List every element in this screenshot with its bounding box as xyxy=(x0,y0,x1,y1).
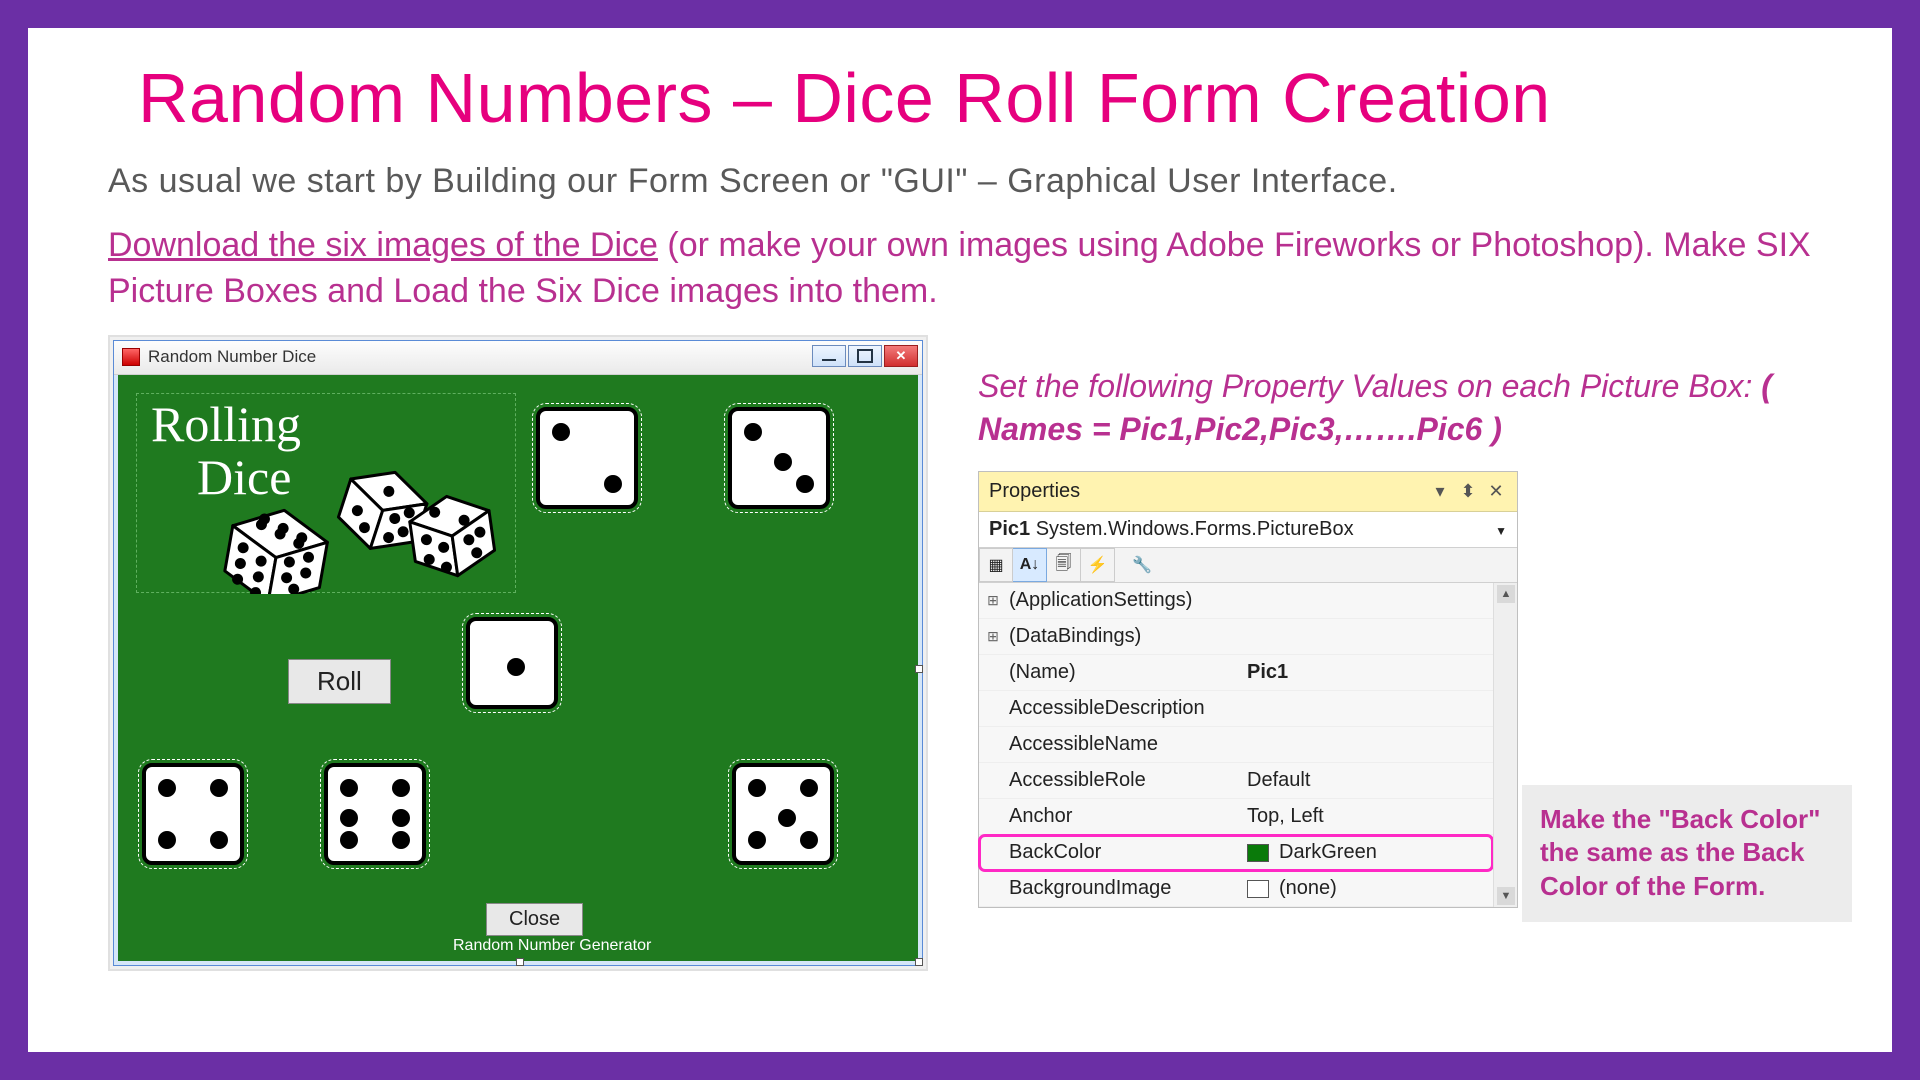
property-row[interactable]: (Name) Pic1 xyxy=(979,655,1493,691)
properties-header: Properties ▾ ⬍ ✕ xyxy=(979,472,1517,512)
property-pages-icon[interactable]: 🗐 xyxy=(1047,548,1081,582)
die-pic6[interactable] xyxy=(324,763,426,865)
categorized-icon[interactable]: ▦ xyxy=(979,548,1013,582)
properties-toolbar: ▦ A↓ 🗐 ⚡ 🔧 xyxy=(979,548,1517,583)
instruction-text: Download the six images of the Dice (or … xyxy=(108,223,1812,315)
minimize-button[interactable] xyxy=(812,345,846,367)
property-name: (Name) xyxy=(1007,661,1237,684)
object-selector[interactable]: Pic1 System.Windows.Forms.PictureBox ▼ xyxy=(979,512,1517,548)
dropdown-icon[interactable]: ▾ xyxy=(1429,481,1451,502)
property-row[interactable]: AccessibleDescription xyxy=(979,691,1493,727)
app-icon xyxy=(122,348,140,366)
close-panel-icon[interactable]: ✕ xyxy=(1485,481,1507,502)
expand-icon[interactable]: ⊞ xyxy=(979,592,1007,609)
property-name: (DataBindings) xyxy=(1007,625,1237,648)
property-name: AccessibleDescription xyxy=(1007,697,1237,720)
wrench-icon[interactable]: 🔧 xyxy=(1125,548,1159,582)
property-row[interactable]: AccessibleRole Default xyxy=(979,763,1493,799)
window-wrapper: Random Number Dice Rolling Dice xyxy=(108,335,928,971)
property-value-text: Pic1 xyxy=(1247,661,1288,684)
property-value-text: (none) xyxy=(1279,877,1337,900)
slide: Random Numbers – Dice Roll Form Creation… xyxy=(0,0,1920,1080)
properties-title: Properties xyxy=(989,480,1423,503)
object-type: System.Windows.Forms.PictureBox xyxy=(1030,518,1353,540)
property-row[interactable]: BackgroundImage (none) xyxy=(979,871,1493,907)
property-value[interactable]: Default xyxy=(1237,769,1493,792)
logo-box: Rolling Dice xyxy=(136,393,516,593)
events-icon[interactable]: ⚡ xyxy=(1081,548,1115,582)
property-value-text: DarkGreen xyxy=(1279,841,1377,864)
property-value[interactable]: (none) xyxy=(1237,877,1493,900)
die-pic5[interactable] xyxy=(732,763,834,865)
titlebar: Random Number Dice xyxy=(114,341,922,375)
expand-icon[interactable]: ⊞ xyxy=(979,628,1007,645)
window-title: Random Number Dice xyxy=(148,347,316,367)
properties-grid: ⊞(ApplicationSettings)⊞(DataBindings)(Na… xyxy=(979,583,1493,907)
logo-text-1: Rolling xyxy=(151,402,515,447)
property-row[interactable]: AccessibleName xyxy=(979,727,1493,763)
color-swatch xyxy=(1247,844,1269,862)
property-name: BackColor xyxy=(1007,841,1237,864)
scroll-up-icon[interactable]: ▲ xyxy=(1497,585,1515,603)
property-name: AccessibleName xyxy=(1007,733,1237,756)
form-body: Rolling Dice xyxy=(114,375,922,965)
slide-title: Random Numbers – Dice Roll Form Creation xyxy=(138,58,1812,138)
pin-icon[interactable]: ⬍ xyxy=(1457,481,1479,502)
maximize-button[interactable] xyxy=(848,345,882,367)
property-name: BackgroundImage xyxy=(1007,877,1237,900)
property-value[interactable]: Pic1 xyxy=(1237,661,1493,684)
property-row[interactable]: BackColor DarkGreen xyxy=(979,835,1493,871)
logo-dice-illustration xyxy=(207,454,507,594)
property-value[interactable]: Top, Left xyxy=(1237,805,1493,828)
object-name: Pic1 xyxy=(989,518,1030,540)
roll-button[interactable]: Roll xyxy=(288,659,391,704)
footer-label: Random Number Generator xyxy=(453,937,651,955)
properties-grid-area: ⊞(ApplicationSettings)⊞(DataBindings)(Na… xyxy=(979,583,1517,907)
properties-panel: Properties ▾ ⬍ ✕ Pic1 System.Windows.For… xyxy=(978,471,1518,908)
property-note-line1: Set the following Property Values on eac… xyxy=(978,368,1761,404)
close-window-button[interactable] xyxy=(884,345,918,367)
die-pic4[interactable] xyxy=(142,763,244,865)
color-swatch xyxy=(1247,880,1269,898)
property-value-text: Top, Left xyxy=(1247,805,1324,828)
scrollbar[interactable]: ▲ ▼ xyxy=(1493,583,1517,907)
download-link[interactable]: Download the six images of the Dice xyxy=(108,226,658,264)
slide-subtitle: As usual we start by Building our Form S… xyxy=(108,162,1812,201)
property-row[interactable]: ⊞(ApplicationSettings) xyxy=(979,583,1493,619)
callout-box: Make the "Back Color" the same as the Ba… xyxy=(1522,785,1852,922)
alphabetical-icon[interactable]: A↓ xyxy=(1013,548,1047,582)
dice-window: Random Number Dice Rolling Dice xyxy=(113,340,923,966)
property-value-text: Default xyxy=(1247,769,1310,792)
property-name: (ApplicationSettings) xyxy=(1007,589,1237,612)
property-name: Anchor xyxy=(1007,805,1237,828)
chevron-down-icon: ▼ xyxy=(1495,524,1507,538)
property-value[interactable]: DarkGreen xyxy=(1237,841,1493,864)
die-pic1[interactable] xyxy=(466,617,558,709)
property-name: AccessibleRole xyxy=(1007,769,1237,792)
die-pic2[interactable] xyxy=(536,407,638,509)
property-note: Set the following Property Values on eac… xyxy=(978,365,1812,451)
die-pic3[interactable] xyxy=(728,407,830,509)
scroll-down-icon[interactable]: ▼ xyxy=(1497,887,1515,905)
property-row[interactable]: Anchor Top, Left xyxy=(979,799,1493,835)
property-row[interactable]: ⊞(DataBindings) xyxy=(979,619,1493,655)
window-buttons xyxy=(812,345,918,367)
close-button[interactable]: Close xyxy=(486,903,583,936)
